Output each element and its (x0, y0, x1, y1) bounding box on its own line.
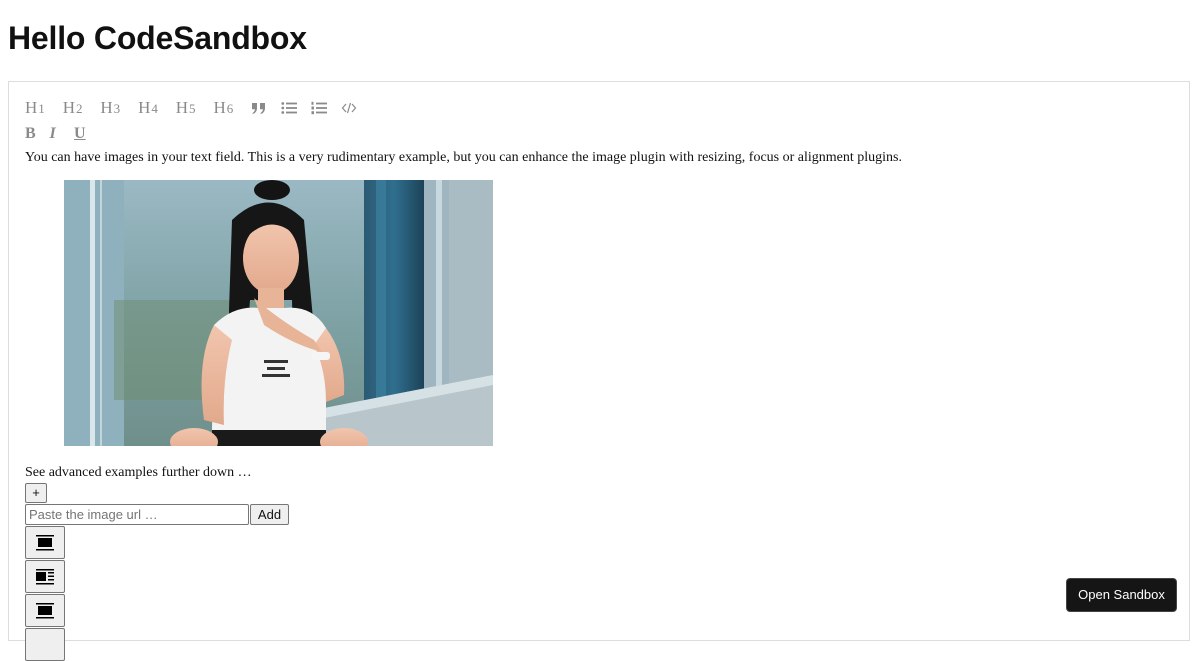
blockquote-icon[interactable] (251, 97, 281, 119)
heading-2-button[interactable]: H2 (63, 98, 101, 118)
heading-1-button[interactable]: H1 (25, 98, 63, 118)
open-sandbox-button[interactable]: Open Sandbox (1066, 578, 1177, 612)
italic-button[interactable]: I (50, 125, 75, 143)
heading-5-button[interactable]: H5 (176, 98, 214, 118)
advanced-examples-text: See advanced examples further down … (25, 465, 252, 480)
heading-4-button[interactable]: H4 (138, 98, 176, 118)
inline-toolbar: B I U (25, 123, 99, 145)
image-url-input[interactable] (25, 504, 249, 525)
align-left-button[interactable] (25, 560, 65, 593)
page-title: Hello CodeSandbox (8, 20, 307, 56)
add-image-toggle-button[interactable]: + (25, 483, 47, 503)
intro-paragraph[interactable]: You can have images in your text field. … (25, 150, 902, 166)
align-center-icon (36, 534, 54, 550)
align-center-icon (36, 602, 54, 618)
ordered-list-icon[interactable] (311, 97, 341, 119)
block-toolbar: H1 H2 H3 H4 H5 H6 (25, 97, 371, 119)
embedded-image[interactable] (64, 180, 493, 446)
heading-3-button[interactable]: H3 (100, 98, 138, 118)
align-left-icon (36, 568, 54, 584)
align-right-button[interactable] (25, 628, 65, 661)
add-image-button[interactable]: Add (250, 504, 289, 525)
code-block-icon[interactable] (341, 97, 371, 119)
align-center-button[interactable] (25, 526, 65, 559)
photo-of-woman (64, 180, 493, 446)
unordered-list-icon[interactable] (281, 97, 311, 119)
heading-6-button[interactable]: H6 (213, 98, 251, 118)
underline-button[interactable]: U (74, 125, 99, 143)
rich-text-editor[interactable]: H1 H2 H3 H4 H5 H6 B I U You can have ima… (8, 81, 1190, 661)
align-default-button[interactable] (25, 594, 65, 627)
bold-button[interactable]: B (25, 125, 50, 143)
